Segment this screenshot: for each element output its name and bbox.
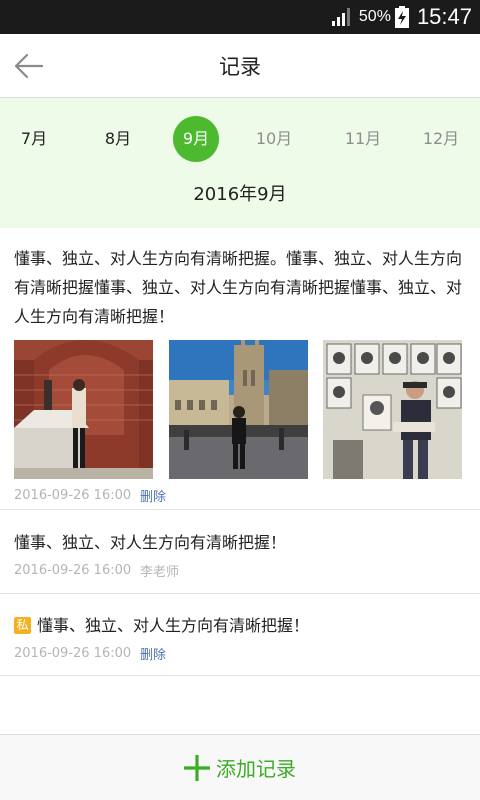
back-arrow-icon[interactable] — [12, 50, 46, 82]
month-tab-sep[interactable]: 9月 — [173, 116, 219, 162]
battery-charging-icon — [394, 6, 409, 28]
delete-button[interactable]: 删除 — [140, 644, 166, 663]
month-selector: 7月 8月 9月 10月 11月 12月 2016年9月 — [0, 98, 480, 228]
page-title: 记录 — [219, 54, 261, 79]
month-tab-oct[interactable]: 10月 — [251, 116, 297, 162]
bottom-bar: 添加记录 — [0, 734, 480, 800]
brick-wall-photo[interactable] — [14, 340, 153, 479]
header-bar: 记录 — [0, 34, 480, 98]
add-record-button[interactable]: 添加记录 — [184, 753, 296, 782]
private-badge: 私 — [14, 617, 31, 634]
record-author: 李老师 — [140, 565, 180, 580]
street-building-photo[interactable] — [169, 340, 308, 479]
record-meta: 2016-09-26 16:00 删除 — [14, 486, 466, 505]
clock: 15:47 — [416, 4, 472, 29]
plus-icon — [184, 754, 210, 781]
record-meta: 2016-09-26 16:00 李老师 — [14, 561, 466, 580]
record-date: 2016-09-26 16:00 — [14, 563, 132, 578]
record-date: 2016-09-26 16:00 — [14, 646, 132, 661]
add-record-label: 添加记录 — [216, 757, 296, 781]
record-item: 私懂事、独立、对人生方向有清晰把握！ 2016-09-26 16:00 删除 — [0, 594, 480, 676]
month-tab-aug[interactable]: 8月 — [95, 116, 141, 162]
record-text: 懂事、独立、对人生方向有清晰把握。懂事、独立、对人生方向有清晰把握懂事、独立、对… — [14, 249, 463, 326]
month-row: 7月 8月 9月 10月 11月 12月 — [0, 98, 480, 180]
status-bar: 50% 15:47 — [0, 0, 480, 34]
record-meta: 2016-09-26 16:00 删除 — [14, 644, 466, 663]
month-tab-jul[interactable]: 7月 — [11, 116, 57, 162]
month-tab-dec[interactable]: 12月 — [418, 116, 464, 162]
record-date: 2016-09-26 16:00 — [14, 488, 132, 503]
record-item: 懂事、独立、对人生方向有清晰把握！ 2016-09-26 16:00 李老师 — [0, 510, 480, 594]
record-text-row: 私懂事、独立、对人生方向有清晰把握！ — [14, 611, 466, 640]
month-tab-nov[interactable]: 11月 — [340, 116, 386, 162]
photo-grid — [14, 340, 466, 480]
record-text: 懂事、独立、对人生方向有清晰把握！ — [37, 616, 310, 635]
record-text: 懂事、独立、对人生方向有清晰把握！ — [14, 533, 287, 552]
portrait-artist-photo[interactable] — [323, 340, 462, 479]
record-item: 懂事、独立、对人生方向有清晰把握。懂事、独立、对人生方向有清晰把握懂事、独立、对… — [0, 228, 480, 510]
delete-button[interactable]: 删除 — [140, 486, 166, 505]
signal-icon — [331, 8, 350, 26]
current-month-label: 2016年9月 — [193, 184, 287, 205]
battery-percent: 50% — [358, 8, 391, 25]
